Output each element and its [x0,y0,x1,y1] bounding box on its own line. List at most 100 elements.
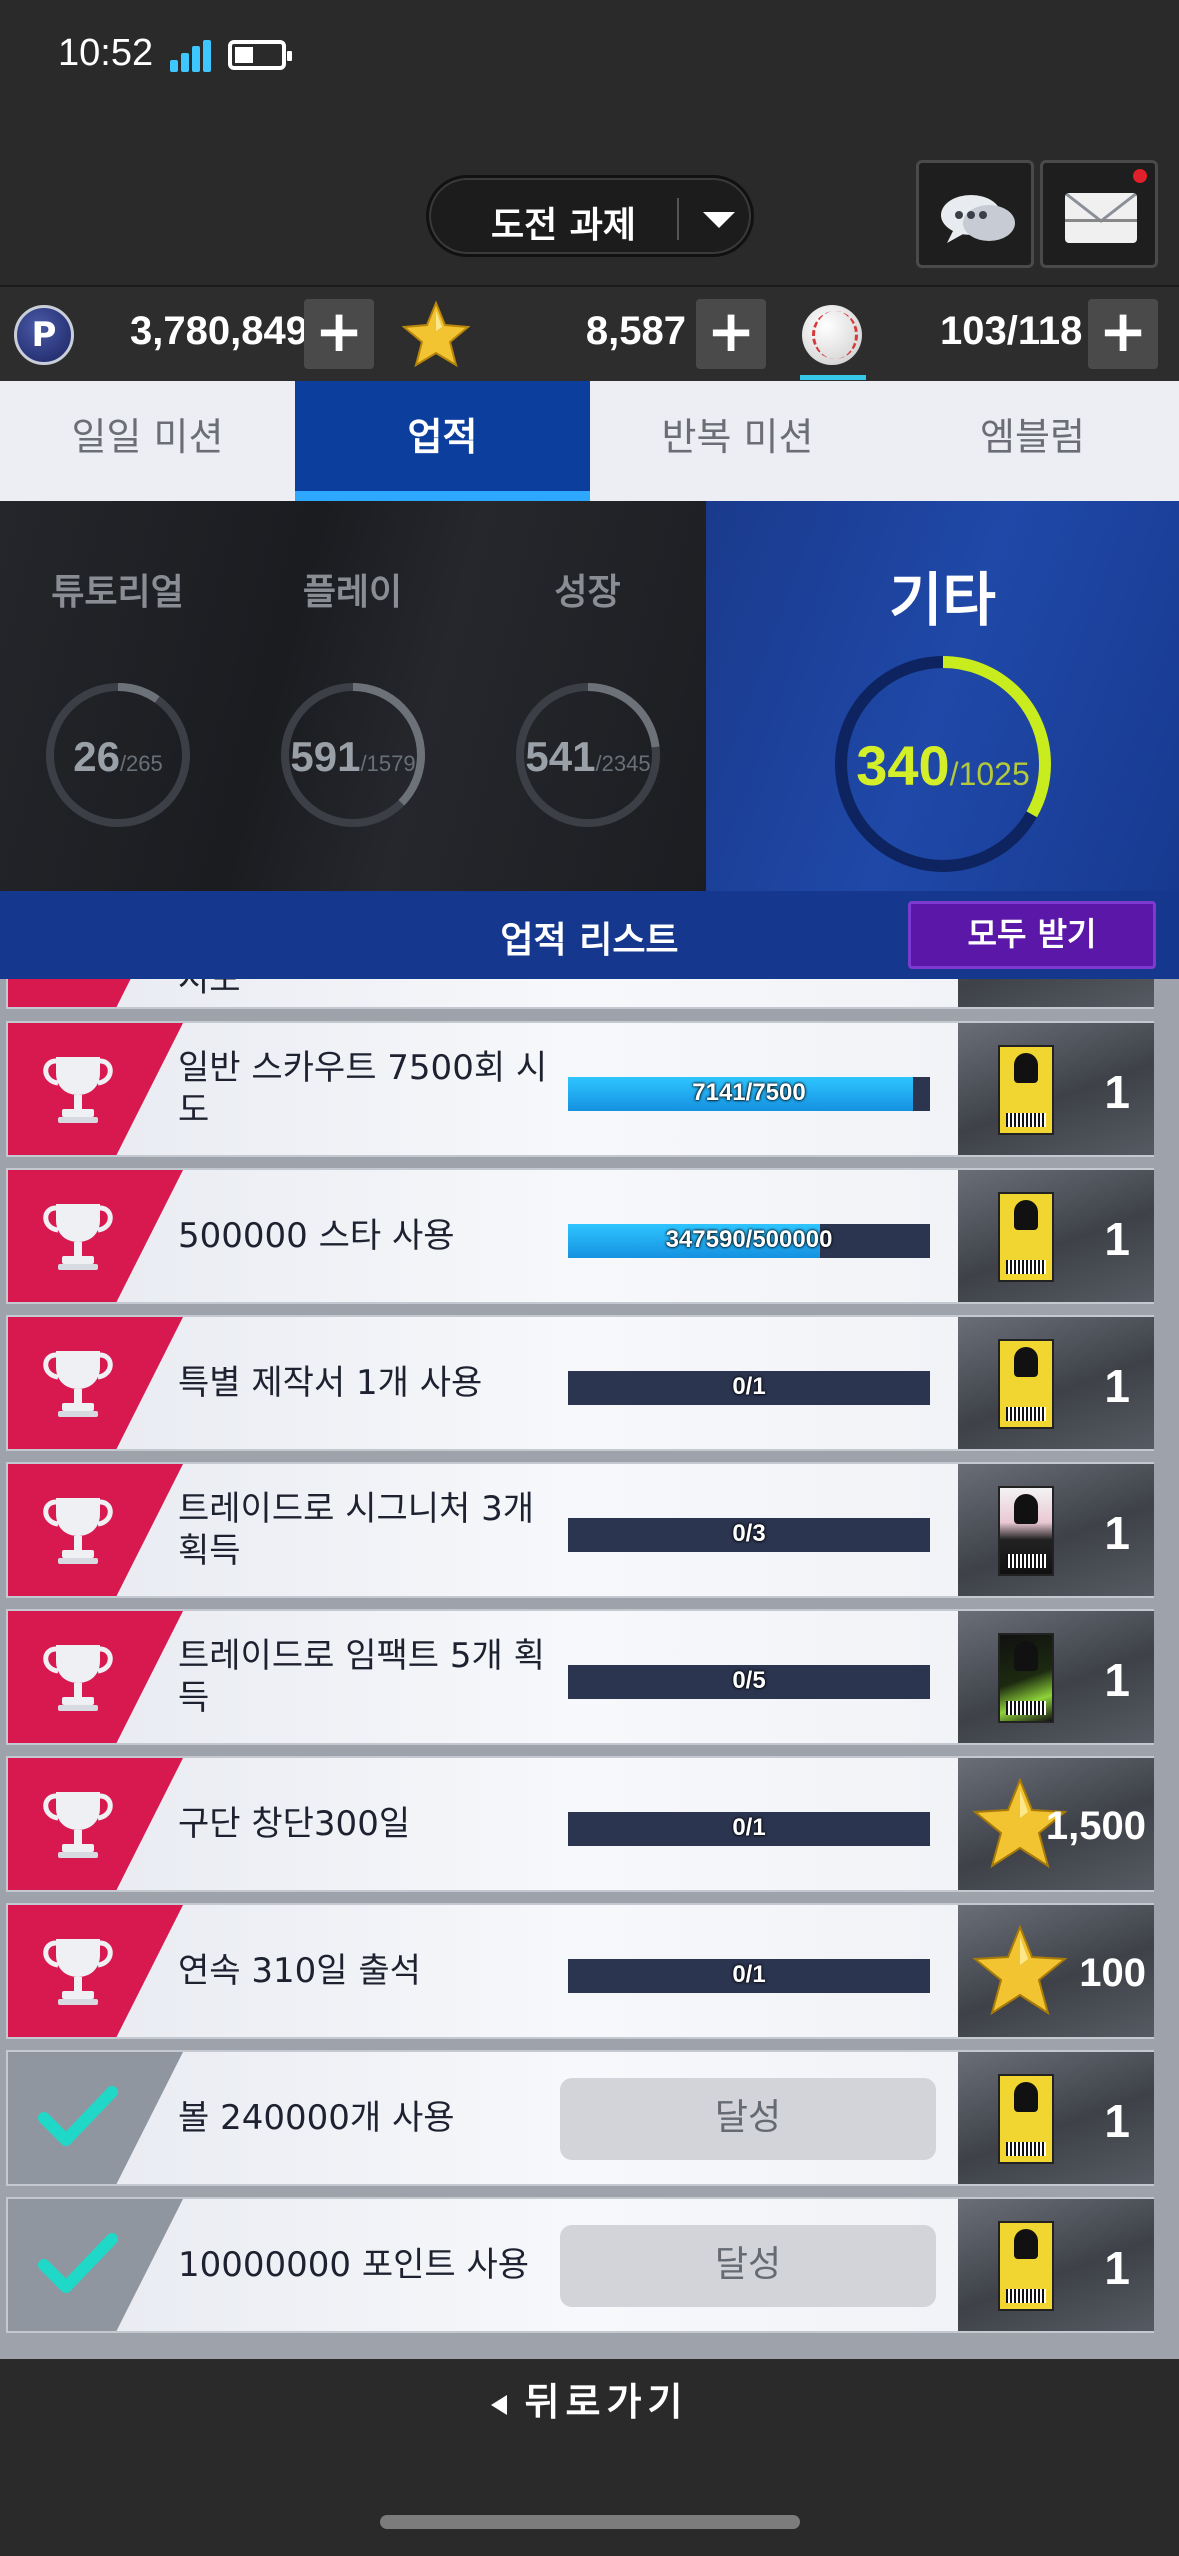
trophy-icon [43,1939,113,2005]
scout-ticket-icon [998,1192,1054,1282]
category-name: 튜토리얼 [51,572,184,613]
trophy-icon [43,1057,113,1123]
progress-text: 0/1 [732,1961,766,1988]
star-reward-icon [972,1925,1068,2016]
mail-icon [1065,193,1137,243]
achievement-list[interactable]: 시도 일반 스카우트 7500회 시도 7141/7500 1 500000 스타 사… [0,979,1179,2359]
progress-bar: 0/1 [568,1371,930,1405]
back-arrow-icon [490,2394,507,2415]
reward-slot[interactable]: 1 [958,1611,1154,1743]
reward-slot[interactable]: 1,500 [958,1758,1154,1890]
scout-ticket-icon [998,1633,1054,1723]
trophy-icon [43,1351,113,1417]
achievement-categories: 튜토리얼 26/265 플레이 591/1579 성장 541/2345 기타 … [0,501,1179,891]
reward-slot[interactable]: 1 [958,2199,1154,2331]
list-item: 트레이드로 임팩트 5개 획득 0/5 1 [6,1609,1154,1745]
tab-daily-mission[interactable]: 일일 미션 [0,381,295,501]
achievement-label: 트레이드로 임팩트 5개 획득 [178,1636,545,1718]
progress-text: 0/3 [732,1520,766,1547]
list-header: 업적 리스트 모두 받기 [0,891,1179,979]
progress-text: 7141/7500 [692,1079,806,1106]
reward-slot[interactable]: 1 [958,1023,1154,1155]
points-value: 3,780,849 [130,309,308,353]
dropdown-divider [677,198,679,240]
achievement-label: 연속 310일 출석 [178,1951,421,1991]
achievement-badge [8,2199,183,2331]
achievement-badge [8,1464,183,1596]
reward-count: 1 [1104,2095,1130,2147]
page-title: 도전 과제 [491,205,637,246]
status-time: 10:52 [58,32,154,74]
list-item: 일반 스카우트 7500회 시도 7141/7500 1 [6,1021,1154,1157]
back-label: 뒤로가기 [524,2380,689,2424]
achievement-badge [8,1023,183,1155]
add-stars-button[interactable]: + [696,299,766,369]
reward-count: 1 [1104,1066,1130,1118]
achievement-label: 일반 스카우트 7500회 시도 [178,1048,548,1130]
reward-slot[interactable]: 1 [958,2052,1154,2184]
baseball-icon [802,305,862,365]
mail-button[interactable] [1040,160,1158,268]
progress-bar: 0/3 [568,1518,930,1552]
category-progress-ring: 591/1579 [279,681,427,829]
check-icon [38,2086,118,2146]
signal-icon [170,38,214,72]
category-growth[interactable]: 성장 541/2345 [470,501,705,891]
stars-value: 8,587 [585,309,686,353]
achievement-badge [8,1317,183,1449]
trophy-icon [43,1792,113,1858]
scout-ticket-icon [998,1045,1054,1135]
mission-tabs: 일일 미션 업적 반복 미션 엠블럼 [0,381,1179,501]
progress-bar: 7141/7500 [568,1077,930,1111]
reward-slot[interactable]: 100 [958,1905,1154,2037]
list-item: 트레이드로 시그니처 3개 획득 0/3 1 [6,1462,1154,1598]
claim-all-button[interactable]: 모두 받기 [908,901,1156,969]
category-play[interactable]: 플레이 591/1579 [235,501,470,891]
reward-slot[interactable]: 1 [958,1317,1154,1449]
add-balls-button[interactable]: + [1088,299,1158,369]
category-etc[interactable]: 기타 340/1025 [706,501,1179,891]
list-item: 500000 스타 사용 347590/500000 1 [6,1168,1154,1304]
ball-active-indicator [800,375,866,380]
tab-emblem[interactable]: 엠블럼 [885,381,1179,501]
achieved-button[interactable]: 달성 [560,2225,936,2307]
reward-slot[interactable]: 1 [958,1464,1154,1596]
progress-bar: 0/1 [568,1812,930,1846]
achievement-label: 특별 제작서 1개 사용 [178,1363,483,1403]
category-progress-ring: 541/2345 [514,681,662,829]
reward-count: 1 [1104,1654,1130,1706]
add-points-button[interactable]: + [304,299,374,369]
currency-bar: P 3,780,849 + 8,587 + 103/118 + [0,285,1179,381]
top-header: 10:52 도전 과제 [0,0,1179,285]
achievement-label: 볼 240000개 사용 [178,2098,455,2138]
category-tutorial[interactable]: 튜토리얼 26/265 [0,501,235,891]
scout-ticket-icon [998,2074,1054,2164]
category-name: 플레이 [302,572,403,613]
battery-icon [228,40,292,70]
home-indicator[interactable] [380,2515,800,2529]
reward-count: 100 [1079,1951,1146,1995]
trophy-icon [43,1204,113,1270]
list-item: 시도 [6,979,1154,1009]
chat-button[interactable] [916,160,1034,268]
reward-count: 1 [1104,1507,1130,1559]
page-title-dropdown[interactable]: 도전 과제 [426,175,754,257]
achievement-badge [8,2052,183,2184]
tab-repeat-mission[interactable]: 반복 미션 [590,381,885,501]
category-progress-ring: 340/1025 [832,653,1054,875]
reward-count: 1,500 [1045,1804,1146,1848]
progress-bar: 347590/500000 [568,1224,930,1258]
achieved-button[interactable]: 달성 [560,2078,936,2160]
reward-slot[interactable]: 1 [958,1170,1154,1302]
reward-count: 1 [1104,2242,1130,2294]
achievement-label: 시도 [178,979,241,1000]
progress-text: 347590/500000 [665,1226,833,1253]
list-item: 특별 제작서 1개 사용 0/1 1 [6,1315,1154,1451]
list-item: 연속 310일 출석 0/1 100 [6,1903,1154,2039]
tab-achievements[interactable]: 업적 [295,381,590,501]
trophy-icon [43,1645,113,1711]
back-button[interactable]: 뒤로가기 [0,2371,1179,2426]
chevron-down-icon [703,212,735,228]
achievement-label: 500000 스타 사용 [178,1216,455,1256]
achievement-badge [8,1611,183,1743]
